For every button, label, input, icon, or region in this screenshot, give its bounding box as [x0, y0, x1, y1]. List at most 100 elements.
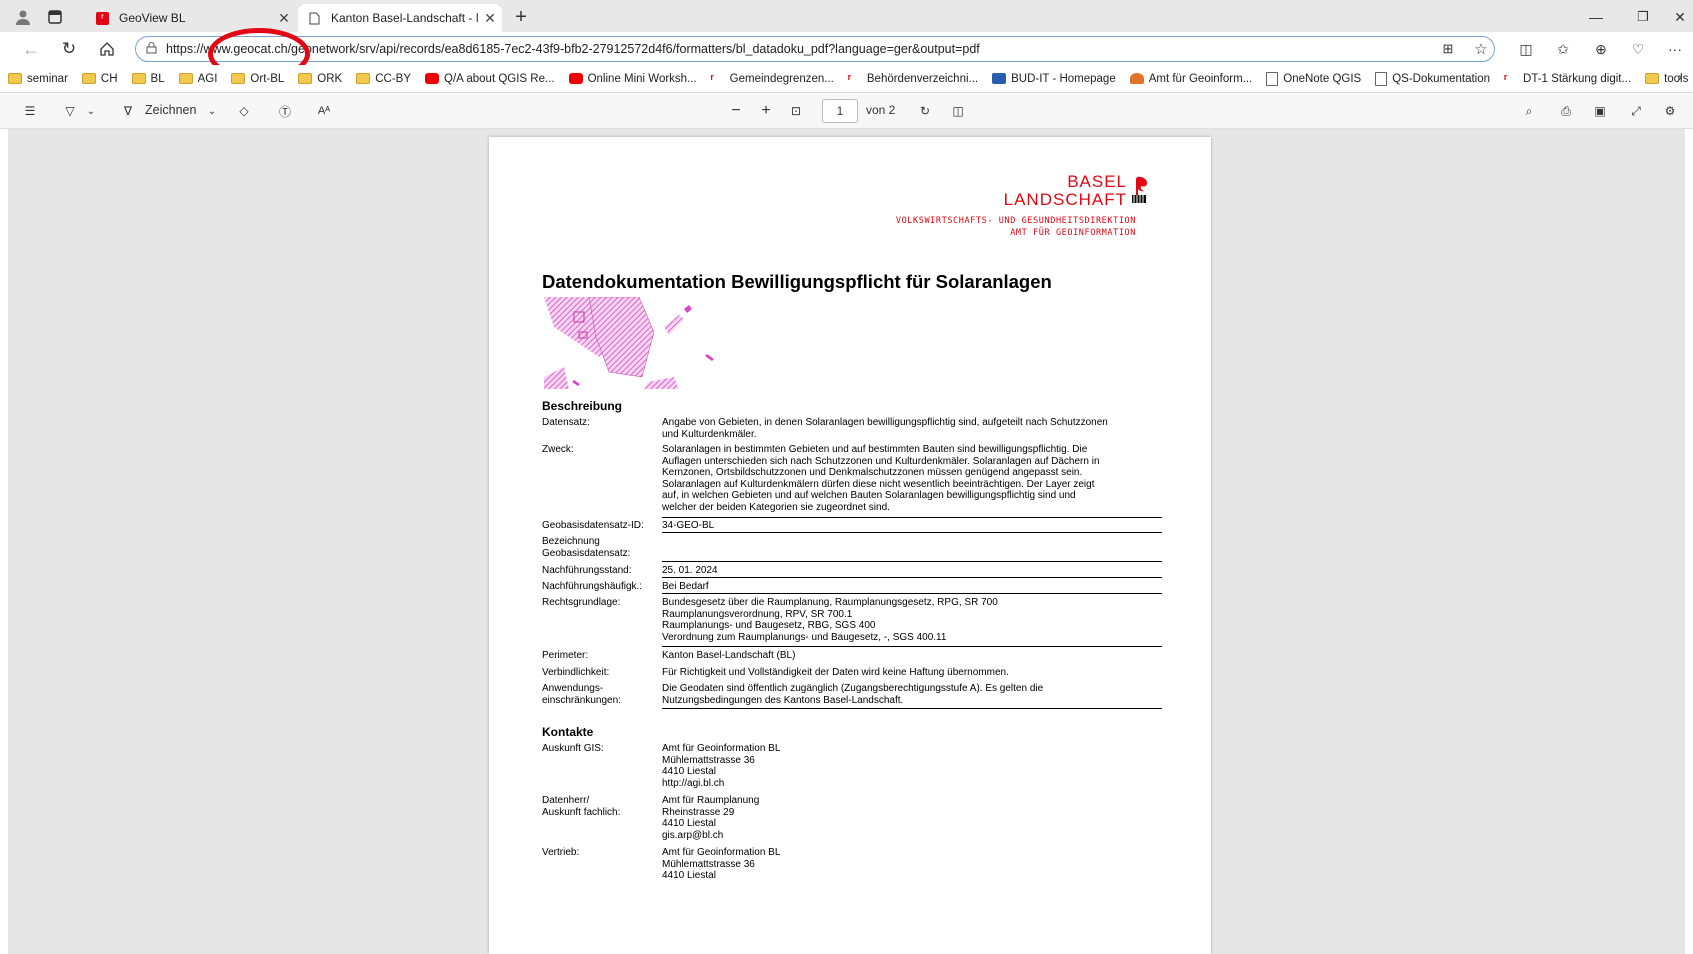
- section-kontakte: Kontakte: [542, 725, 594, 739]
- bookmark-ch[interactable]: CH: [81, 72, 118, 85]
- row-anwendung: Anwendungs- einschränkungen: Die Geodate…: [542, 683, 1165, 707]
- contact-datenherr: Datenherr/ Auskunft fachlich: Amt für Ra…: [542, 795, 1165, 843]
- draw-icon[interactable]: ∇: [118, 101, 138, 121]
- bookmark-label: CH: [100, 72, 118, 85]
- tab-title: GeoView BL: [119, 11, 186, 25]
- page-icon: [1375, 71, 1388, 86]
- bookmark-label: DT-1 Stärkung digit...: [1523, 72, 1632, 85]
- page-number-input[interactable]: 1: [822, 99, 858, 123]
- bookmark-qa-qgis[interactable]: Q/A about QGIS Re...: [425, 73, 555, 85]
- chevron-right-icon[interactable]: ›: [1672, 70, 1688, 86]
- bookmark-label: CC-BY: [375, 72, 411, 85]
- save-icon[interactable]: ▣: [1590, 101, 1610, 121]
- bookmark-bud-it[interactable]: BUD-IT - Homepage: [992, 73, 1116, 85]
- fullscreen-icon[interactable]: ⤢: [1626, 101, 1646, 121]
- pdf-page: BASEL LANDSCHAFT VOLKSWIRTSCHAFTS- UND G…: [489, 137, 1211, 954]
- zoom-in-icon[interactable]: +: [756, 101, 776, 121]
- bookmark-cc-by[interactable]: CC-BY: [356, 73, 411, 85]
- more-icon[interactable]: ···: [1664, 38, 1686, 60]
- bookmark-label: Gemeindegrenzen...: [729, 72, 834, 85]
- bl-logo-icon: ʳ: [710, 71, 714, 86]
- row-value: Bundesgesetz über die Raumplanung, Raump…: [662, 597, 998, 643]
- bookmark-label: seminar: [27, 72, 68, 85]
- close-icon[interactable]: ✕: [478, 10, 502, 27]
- rotate-icon[interactable]: ↻: [915, 101, 935, 121]
- close-window-icon[interactable]: ✕: [1670, 6, 1690, 28]
- bookmark-ort-bl[interactable]: Ort-BL: [231, 73, 284, 85]
- bookmark-amt-geoinform[interactable]: Amt für Geoinform...: [1129, 72, 1253, 85]
- address-bar[interactable]: https://www.geocat.ch/geonetwork/srv/api…: [135, 36, 1495, 62]
- row-value: Solaranlagen in bestimmten Gebieten und …: [662, 444, 1100, 513]
- bookmark-gemeindegrenzen[interactable]: ʳ Gemeindegrenzen...: [710, 71, 834, 86]
- folder-icon: [178, 73, 193, 84]
- favorite-star-icon[interactable]: ☆: [1470, 38, 1492, 60]
- fit-page-icon[interactable]: ⊡: [786, 101, 806, 121]
- restore-icon[interactable]: ❐: [1632, 6, 1654, 28]
- row-rechtsgrundlage: Rechtsgrundlage: Bundesgesetz über die R…: [542, 597, 1165, 645]
- tab-title: Kanton Basel-Landschaft - Metad: [331, 11, 478, 25]
- draw-label[interactable]: Zeichnen: [145, 103, 196, 117]
- bookmark-onenote-qgis[interactable]: OneNote QGIS: [1266, 71, 1361, 86]
- bookmark-label: Amt für Geoinform...: [1148, 72, 1253, 85]
- logo-basel: BASEL: [1067, 172, 1127, 191]
- contact-label: Datenherr/ Auskunft fachlich:: [542, 795, 621, 818]
- chevron-down-icon[interactable]: ⌄: [84, 101, 98, 121]
- pdf-toolbar: ☰ ▽ ⌄ ∇ Zeichnen ⌄ ◇ Ⓣ Aᴬ − + ⊡ 1 von 2 …: [0, 93, 1693, 129]
- contact-auskunft-gis: Auskunft GIS: Amt für Geoinformation BL …: [542, 743, 1165, 791]
- zoom-out-icon[interactable]: −: [726, 101, 746, 121]
- map-thumbnail: [544, 296, 774, 389]
- dept-line1: VOLKSWIRTSCHAFTS- UND GESUNDHEITSDIREKTI…: [895, 216, 1136, 226]
- bookmark-label: ORK: [317, 72, 343, 85]
- new-tab-icon[interactable]: +: [510, 6, 532, 28]
- eraser-icon[interactable]: ◇: [234, 101, 254, 121]
- folder-icon: [131, 73, 146, 84]
- minimize-icon[interactable]: —: [1585, 6, 1607, 28]
- bookmark-bl[interactable]: BL: [131, 73, 165, 85]
- settings-gear-icon[interactable]: ⚙: [1660, 101, 1680, 121]
- collections-icon[interactable]: ⊕: [1590, 38, 1612, 60]
- qr-code-icon[interactable]: ⊞: [1437, 38, 1459, 60]
- contents-icon[interactable]: ☰: [20, 101, 40, 121]
- read-aloud-icon[interactable]: Aᴬ: [314, 101, 334, 121]
- close-icon[interactable]: ✕: [272, 10, 296, 27]
- logo-landschaft: LANDSCHAFT: [1003, 190, 1127, 209]
- profile-icon[interactable]: [14, 8, 32, 26]
- bookmark-online-mini[interactable]: Online Mini Worksh...: [568, 73, 697, 85]
- row-datensatz: Datensatz: Angabe von Gebieten, in denen…: [542, 417, 1165, 441]
- reload-icon[interactable]: ↻: [58, 38, 80, 60]
- bookmark-seminar[interactable]: seminar: [8, 73, 68, 85]
- back-icon[interactable]: ←: [20, 38, 42, 60]
- gitlab-icon: [1129, 73, 1144, 84]
- folder-icon: [1645, 73, 1660, 84]
- section-beschreibung: Beschreibung: [542, 399, 623, 413]
- chevron-down-icon[interactable]: ⌄: [205, 101, 219, 121]
- tab-actions-icon[interactable]: [46, 8, 64, 26]
- bookmark-label: Ort-BL: [250, 72, 285, 85]
- bookmark-dt1[interactable]: ʳ DT-1 Stärkung digit...: [1504, 71, 1632, 86]
- bl-logo-icon: ʳ: [1504, 71, 1508, 86]
- bookmark-qs-doku[interactable]: QS-Dokumentation: [1375, 71, 1490, 86]
- highlight-icon[interactable]: ▽: [60, 101, 80, 121]
- divider: [662, 593, 1162, 594]
- row-label: Verbindlichkeit:: [542, 667, 610, 678]
- favorites-list-icon[interactable]: ✩: [1552, 38, 1574, 60]
- split-screen-icon[interactable]: ◫: [1515, 38, 1537, 60]
- bookmark-agi[interactable]: AGI: [178, 73, 217, 85]
- browser-essentials-icon[interactable]: ♡: [1627, 38, 1649, 60]
- page-view-icon[interactable]: ◫: [948, 101, 968, 121]
- folder-icon: [298, 73, 313, 84]
- bl-crest-icon: [1129, 175, 1149, 207]
- bud-icon: [992, 73, 1007, 84]
- bookmark-ork[interactable]: ORK: [298, 73, 342, 85]
- row-value: 34-GEO-BL: [662, 520, 715, 531]
- lock-icon: [136, 41, 166, 57]
- tab-kanton[interactable]: Kanton Basel-Landschaft - Metad ✕: [298, 4, 502, 32]
- row-value: Für Richtigkeit und Vollständigkeit der …: [662, 667, 1009, 678]
- home-icon[interactable]: [96, 38, 118, 60]
- bl-logo-icon: ʳ: [847, 71, 852, 86]
- row-value: Die Geodaten sind öffentlich zugänglich …: [662, 683, 1044, 706]
- bookmark-behoerden[interactable]: ʳ Behördenverzeichni...: [847, 71, 978, 86]
- search-icon[interactable]: ⌕: [1519, 101, 1539, 121]
- text-box-icon[interactable]: Ⓣ: [275, 101, 295, 121]
- print-icon[interactable]: ⎙: [1556, 101, 1576, 121]
